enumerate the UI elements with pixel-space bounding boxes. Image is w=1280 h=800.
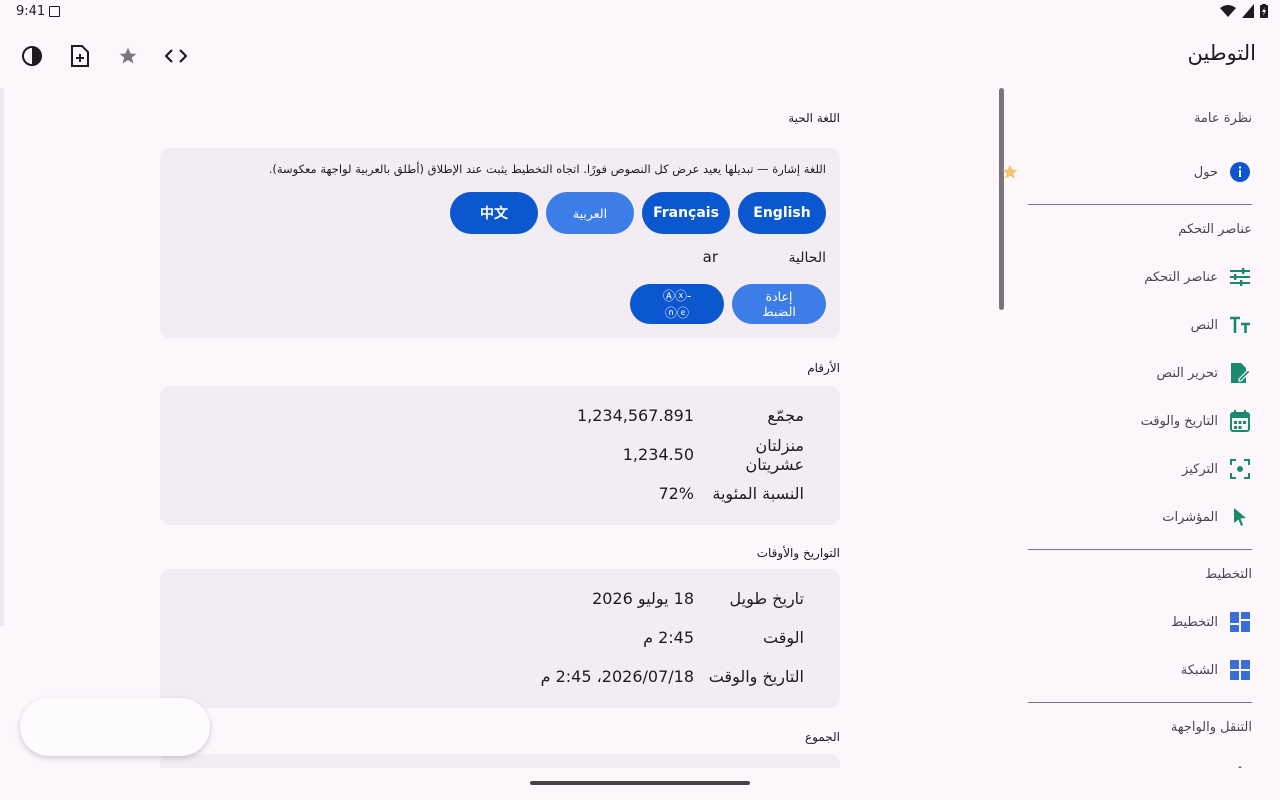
info-icon — [1228, 160, 1252, 184]
focus-icon — [1228, 457, 1252, 481]
current-language-value: ar — [702, 248, 718, 266]
number-row: 1,234,567.891 مجمّع — [160, 396, 840, 435]
nav-item-label: التاريخ والوقت — [1140, 413, 1218, 429]
nav-item-partial[interactable] — [1000, 751, 1280, 768]
language-button-fr[interactable]: Français — [642, 192, 730, 234]
number-key: مجمّع — [767, 406, 804, 425]
status-time: 9:41 — [16, 4, 46, 19]
nav-section-navigation: التنقل والواجهة — [1170, 719, 1252, 735]
section-label-numbers: الأرقام — [807, 361, 840, 375]
nav-item-label: حول — [1193, 164, 1218, 180]
nav-item-grid[interactable]: الشبكة — [1000, 646, 1280, 694]
number-value: 1,234.50 — [622, 445, 694, 464]
diamond-icon — [1228, 763, 1252, 768]
code-icon — [165, 49, 187, 63]
number-value: 72% — [658, 484, 694, 503]
sliders-icon — [1228, 265, 1252, 289]
new-document-button[interactable] — [56, 32, 104, 80]
app-actions — [8, 32, 200, 80]
battery-icon — [1260, 4, 1268, 18]
pseudo-locale-button[interactable]: Ⓐⓧ-ⓝⓔ — [630, 284, 724, 324]
date-row: 18 يوليو 2026 تاريخ طويل — [160, 579, 840, 618]
main-content[interactable]: اللغة الحية اللغة إشارة — تبديلها يعيد ع… — [160, 88, 840, 768]
star-icon — [119, 47, 137, 64]
favorite-star-icon — [1002, 164, 1018, 179]
status-bar: 9:41 — [0, 0, 1280, 24]
date-row: 2:45 م الوقت — [160, 618, 840, 657]
signal-icon — [1242, 4, 1254, 18]
navigation-drawer: نظرة عامة حول عناصر التحكم عناصر التحكم … — [1000, 88, 1280, 768]
calendar-icon — [1228, 409, 1252, 433]
number-row: 72% النسبة المئوية — [160, 474, 840, 513]
nav-item-text-editing[interactable]: تحرير النص — [1000, 349, 1280, 397]
nav-item-focus[interactable]: التركيز — [1000, 445, 1280, 493]
number-value: 1,234,567.891 — [576, 406, 694, 425]
nav-item-label: التركيز — [1182, 461, 1218, 477]
nav-item-label: المؤشرات — [1162, 509, 1218, 525]
nav-item-label: الشبكة — [1180, 662, 1218, 678]
number-key: النسبة المئوية — [712, 484, 804, 503]
nav-item-label: التخطيط — [1171, 614, 1218, 630]
date-key: تاريخ طويل — [729, 589, 805, 608]
notification-icon — [49, 6, 60, 17]
text-icon — [1228, 313, 1252, 337]
nav-item-controls[interactable]: عناصر التحكم — [1000, 253, 1280, 301]
nav-item-date-time[interactable]: التاريخ والوقت — [1000, 397, 1280, 445]
nav-item-label: تحرير النص — [1156, 365, 1218, 381]
edit-doc-icon — [1228, 361, 1252, 385]
nav-item-pointers[interactable]: المؤشرات — [1000, 493, 1280, 541]
floating-panel[interactable] — [20, 698, 210, 756]
current-language-row: ar الحالية — [174, 248, 826, 266]
grid-icon — [1228, 658, 1252, 682]
nav-section-layout: التخطيط — [1205, 566, 1252, 582]
left-edge-rail — [0, 88, 4, 626]
contrast-icon — [22, 46, 42, 66]
date-key: الوقت — [763, 628, 804, 647]
wifi-icon — [1220, 5, 1236, 17]
nav-item-text[interactable]: النص — [1000, 301, 1280, 349]
pointer-icon — [1228, 505, 1252, 529]
section-label-plurals: الجموع — [804, 730, 840, 744]
top-app-bar: التوطين — [0, 24, 1280, 88]
view-source-button[interactable] — [152, 32, 200, 80]
language-actions: Ⓐⓧ-ⓝⓔ إعادة الضبط — [174, 284, 826, 324]
layout-icon — [1228, 610, 1252, 634]
reset-button[interactable]: إعادة الضبط — [732, 284, 826, 324]
plurals-card — [160, 754, 840, 768]
date-value: 2:45 م — [643, 628, 694, 647]
language-button-ar[interactable]: العربية — [546, 192, 634, 234]
section-label-dates: التواريخ والأوقات — [756, 546, 840, 560]
date-row: 2026/07/18، 2:45 م التاريخ والوقت — [160, 657, 840, 696]
dates-card: 18 يوليو 2026 تاريخ طويل 2:45 م الوقت 2026… — [160, 569, 840, 708]
favorite-button[interactable] — [104, 32, 152, 80]
current-language-label: الحالية — [788, 250, 826, 266]
nav-section-controls: عناصر التحكم — [1178, 221, 1252, 237]
nav-item-layout[interactable]: التخطيط — [1000, 598, 1280, 646]
note-add-icon — [71, 45, 89, 67]
date-value: 18 يوليو 2026 — [592, 589, 694, 608]
nav-item-label: النص — [1190, 317, 1218, 333]
language-button-zh[interactable]: 中文 — [450, 192, 538, 234]
language-buttons: 中文 العربية Français English — [174, 192, 826, 234]
status-icons — [1220, 4, 1268, 18]
page-title: التوطين — [1187, 41, 1256, 65]
date-key: التاريخ والوقت — [708, 667, 804, 686]
date-value: 2026/07/18، 2:45 م — [540, 667, 694, 686]
numbers-card: 1,234,567.891 مجمّع 1,234.50 منزلتان عشريت… — [160, 386, 840, 525]
number-row: 1,234.50 منزلتان عشريتان — [160, 435, 840, 474]
nav-section-overview: نظرة عامة — [1193, 110, 1252, 126]
nav-item-about[interactable]: حول — [1000, 148, 1280, 196]
number-key: منزلتان عشريتان — [745, 435, 804, 474]
language-button-en[interactable]: English — [738, 192, 826, 234]
nav-item-label: عناصر التحكم — [1144, 269, 1218, 285]
home-indicator[interactable] — [530, 781, 750, 785]
live-language-description: اللغة إشارة — تبديلها يعيد عرض كل النصوص… — [268, 162, 826, 176]
theme-toggle-button[interactable] — [8, 32, 56, 80]
live-language-card: اللغة إشارة — تبديلها يعيد عرض كل النصوص… — [160, 148, 840, 338]
section-label-live-language: اللغة الحية — [788, 111, 840, 125]
